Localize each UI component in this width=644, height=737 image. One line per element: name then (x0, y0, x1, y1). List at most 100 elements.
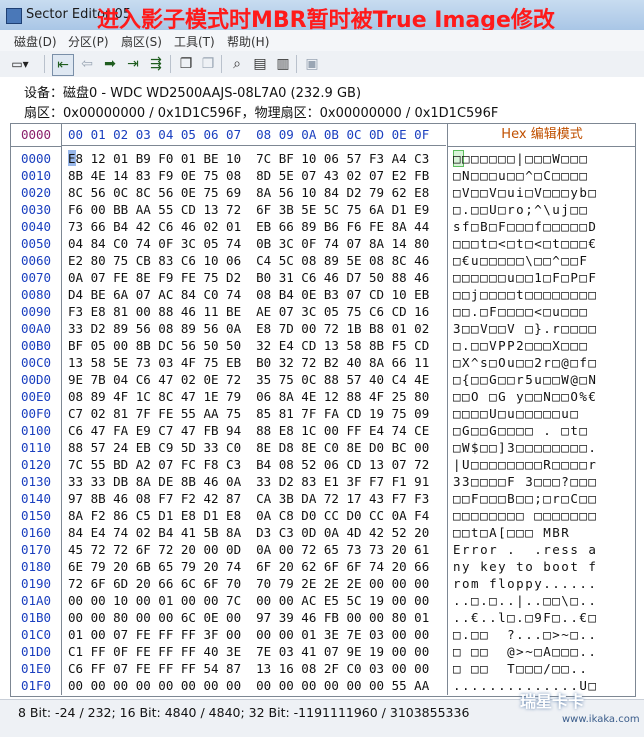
row-bytes[interactable]: F6 00 BB AA 55 CD 13 72 6F 3B 5E 5C 75 6… (68, 201, 446, 218)
row-bytes[interactable]: 73 66 B4 42 C6 46 02 01 EB 66 89 B6 F6 F… (68, 218, 446, 235)
row-ascii[interactable]: □.□□VPP2□□□X□□□ (453, 337, 633, 354)
row-bytes[interactable]: 9E 7B 04 C6 47 02 0E 72 35 75 0C 88 57 4… (68, 371, 446, 388)
row-bytes[interactable]: 08 89 4F 1C 8C 47 1E 79 06 8A 4E 12 88 4… (68, 388, 446, 405)
row-bytes[interactable]: 33 33 DB 8A DE 8B 46 0A 33 D2 83 E1 3F F… (68, 473, 446, 490)
row-ascii[interactable]: □€u□□□□□\□□^□□F (453, 252, 633, 269)
hex-row[interactable]: 00D0 9E 7B 04 C6 47 02 0E 72 35 75 0C 88 … (11, 371, 635, 388)
row-ascii[interactable]: □W$□□]3□□□□□□□□. (453, 439, 633, 456)
row-bytes[interactable]: BF 05 00 8B DC 56 50 50 32 E4 CD 13 58 8… (68, 337, 446, 354)
row-bytes[interactable]: 8A F2 86 C5 D1 E8 D1 E8 0A C8 D0 CC D0 C… (68, 507, 446, 524)
hex-editor[interactable]: 0000 00 01 02 03 04 05 06 07 08 09 0A 0B… (10, 123, 636, 697)
row-ascii[interactable]: |U□□□□□□□□R□□□□r (453, 456, 633, 473)
row-bytes[interactable]: 72 6F 6D 20 66 6C 6F 70 70 79 2E 2E 2E 0… (68, 575, 446, 592)
row-ascii[interactable]: □ □□ T□□□/□□.. (453, 660, 633, 677)
row-ascii[interactable]: □□j□□□□t□□□□□□□□ (453, 286, 633, 303)
hex-row[interactable]: 0150 8A F2 86 C5 D1 E8 D1 E8 0A C8 D0 CC … (11, 507, 635, 524)
row-bytes[interactable]: 00 00 10 00 01 00 00 7C 00 00 AC E5 5C 1… (68, 592, 446, 609)
row-ascii[interactable]: ny key to boot f (453, 558, 633, 575)
hex-row[interactable]: 01B0 00 00 80 00 00 6C 0E 00 97 39 46 FB … (11, 609, 635, 626)
row-ascii[interactable]: □□□□□□u□□1□F□P□F (453, 269, 633, 286)
row-bytes[interactable]: F3 E8 81 00 88 46 11 BE AE 07 3C 05 75 C… (68, 303, 446, 320)
row-ascii[interactable]: ..€..l□.□9F□..€□ (453, 609, 633, 626)
hex-row[interactable]: 01D0 C1 FF 0F FE FF FF 40 3E 7E 03 41 07 … (11, 643, 635, 660)
hex-row[interactable]: 0040 73 66 B4 42 C6 46 02 01 EB 66 89 B6 … (11, 218, 635, 235)
row-ascii[interactable]: □□□□□□□|□□□W□□□ (453, 150, 633, 167)
row-ascii[interactable]: □{□□G□□r5u□□W@□N (453, 371, 633, 388)
hex-row[interactable]: 0140 97 8B 46 08 F7 F2 42 87 CA 3B DA 72 … (11, 490, 635, 507)
row-bytes[interactable]: 0A 07 FE 8E F9 FE 75 D2 B0 31 C6 46 D7 5… (68, 269, 446, 286)
hex-row[interactable]: 0060 E2 80 75 CB 83 C6 10 06 C4 5C 08 89 … (11, 252, 635, 269)
hex-row[interactable]: 0110 88 57 24 EB C9 5D 33 C0 8E D8 8E C0 … (11, 439, 635, 456)
row-bytes[interactable]: E2 80 75 CB 83 C6 10 06 C4 5C 08 89 5E 0… (68, 252, 446, 269)
next-icon[interactable]: ⇥ (123, 54, 143, 74)
row-bytes[interactable]: 33 D2 89 56 08 89 56 0A E8 7D 00 72 1B B… (68, 320, 446, 337)
row-bytes[interactable]: E8 12 01 B9 F0 01 BE 10 7C BF 10 06 57 F… (68, 150, 446, 167)
row-ascii[interactable]: 33□□□□F 3□□□?□□□ (453, 473, 633, 490)
row-ascii[interactable]: □N□□□u□□^□C□□□□ (453, 167, 633, 184)
hex-row[interactable]: 01A0 00 00 10 00 01 00 00 7C 00 00 AC E5 … (11, 592, 635, 609)
row-ascii[interactable]: sf□B□F□□□f□□□□□D (453, 218, 633, 235)
hex-row[interactable]: 00C0 13 58 5E 73 03 4F 75 EB B0 32 72 B2 … (11, 354, 635, 371)
row-ascii[interactable]: □□F□□□B□□;□r□C□□ (453, 490, 633, 507)
row-ascii[interactable]: ..□.□..|..□□\□.. (453, 592, 633, 609)
row-bytes[interactable]: 7C 55 BD A2 07 FC F8 C3 B4 08 52 06 CD 1… (68, 456, 446, 473)
row-ascii[interactable]: □.□□U□ro;^\uj□□ (453, 201, 633, 218)
paste-icon[interactable]: ❐ (198, 54, 218, 74)
hex-row[interactable]: 0170 45 72 72 6F 72 20 00 0D 0A 00 72 65 … (11, 541, 635, 558)
hex-row[interactable]: 01C0 01 00 07 FE FF FF 3F 00 00 00 01 3E … (11, 626, 635, 643)
row-bytes[interactable]: 13 58 5E 73 03 4F 75 EB B0 32 72 B2 40 8… (68, 354, 446, 371)
row-ascii[interactable]: □ □□ @>~□A□□□.. (453, 643, 633, 660)
hex-row[interactable]: 00B0 BF 05 00 8B DC 56 50 50 32 E4 CD 13 … (11, 337, 635, 354)
find-icon[interactable]: ⌕ (227, 54, 247, 74)
row-ascii[interactable]: Error . .ress a (453, 541, 633, 558)
row-bytes[interactable]: C1 FF 0F FE FF FF 40 3E 7E 03 41 07 9E 1… (68, 643, 446, 660)
hex-row[interactable]: 0080 D4 BE 6A 07 AC 84 C0 74 08 B4 0E B3 … (11, 286, 635, 303)
hex-row[interactable]: 0190 72 6F 6D 20 66 6C 6F 70 70 79 2E 2E … (11, 575, 635, 592)
hex-row[interactable]: 0160 84 E4 74 02 B4 41 5B 8A D3 C3 0D 0A … (11, 524, 635, 541)
dropdown-icon[interactable]: ▭▾ (5, 54, 35, 74)
row-ascii[interactable]: □□O □G y□□N□□O%€ (453, 388, 633, 405)
hex-row[interactable]: 0090 F3 E8 81 00 88 46 11 BE AE 07 3C 05 … (11, 303, 635, 320)
menu-sector[interactable]: 扇区(S) (121, 33, 162, 50)
copy-icon[interactable]: ❐ (176, 54, 196, 74)
row-bytes[interactable]: 8C 56 0C 8C 56 0E 75 69 8A 56 10 84 D2 7… (68, 184, 446, 201)
row-ascii[interactable]: □X^s□Ou□□2r□@□f□ (453, 354, 633, 371)
row-bytes[interactable]: 04 84 C0 74 0F 3C 05 74 0B 3C 0F 74 07 8… (68, 235, 446, 252)
back-icon[interactable]: ⇦ (77, 54, 97, 74)
hex-row[interactable]: 00A0 33 D2 89 56 08 89 56 0A E8 7D 00 72 … (11, 320, 635, 337)
hex-row[interactable]: 00E0 08 89 4F 1C 8C 47 1E 79 06 8A 4E 12 … (11, 388, 635, 405)
last-sector-icon[interactable]: ⇶ (146, 54, 166, 74)
row-bytes[interactable]: 84 E4 74 02 B4 41 5B 8A D3 C3 0D 0A 4D 4… (68, 524, 446, 541)
row-ascii[interactable]: □G□□G□□□□ . □t□ (453, 422, 633, 439)
forward-icon[interactable]: ➡ (100, 54, 120, 74)
row-ascii[interactable]: □□t□A[□□□ MBR (453, 524, 633, 541)
row-bytes[interactable]: 88 57 24 EB C9 5D 33 C0 8E D8 8E C0 8E D… (68, 439, 446, 456)
hex-row[interactable]: 0100 C6 47 FA E9 C7 47 FB 94 88 E8 1C 00 … (11, 422, 635, 439)
hex-row[interactable]: 0030 F6 00 BB AA 55 CD 13 72 6F 3B 5E 5C … (11, 201, 635, 218)
save-icon[interactable]: ▣ (302, 54, 322, 74)
row-ascii[interactable]: □.□□ ?...□>~□.. (453, 626, 633, 643)
menu-tools[interactable]: 工具(T) (174, 33, 215, 50)
row-bytes[interactable]: 6E 79 20 6B 65 79 20 74 6F 20 62 6F 6F 7… (68, 558, 446, 575)
export-icon[interactable]: ▤ (250, 54, 270, 74)
row-bytes[interactable]: C6 47 FA E9 C7 47 FB 94 88 E8 1C 00 FF E… (68, 422, 446, 439)
row-bytes[interactable]: C7 02 81 7F FE 55 AA 75 85 81 7F FA CD 1… (68, 405, 446, 422)
row-bytes[interactable]: 01 00 07 FE FF FF 3F 00 00 00 01 3E 7E 0… (68, 626, 446, 643)
row-ascii[interactable]: rom floppy...... (453, 575, 633, 592)
hex-row[interactable]: 0180 6E 79 20 6B 65 79 20 74 6F 20 62 6F … (11, 558, 635, 575)
hex-row[interactable]: 0070 0A 07 FE 8E F9 FE 75 D2 B0 31 C6 46 … (11, 269, 635, 286)
menu-help[interactable]: 帮助(H) (227, 33, 269, 50)
row-ascii[interactable]: 3□□V□□V □}.r□□□□ (453, 320, 633, 337)
hex-row[interactable]: 01E0 C6 FF 07 FE FF FF 54 87 13 16 08 2F … (11, 660, 635, 677)
row-ascii[interactable]: □□□□□□□□ □□□□□□□ (453, 507, 633, 524)
row-bytes[interactable]: D4 BE 6A 07 AC 84 C0 74 08 B4 0E B3 07 C… (68, 286, 446, 303)
row-bytes[interactable]: 8B 4E 14 83 F9 0E 75 08 8D 5E 07 43 02 0… (68, 167, 446, 184)
hex-row[interactable]: 0130 33 33 DB 8A DE 8B 46 0A 33 D2 83 E1 … (11, 473, 635, 490)
row-bytes[interactable]: 97 8B 46 08 F7 F2 42 87 CA 3B DA 72 17 4… (68, 490, 446, 507)
row-ascii[interactable]: □□□t□<□t□<□t□□□€ (453, 235, 633, 252)
hex-row[interactable]: 0020 8C 56 0C 8C 56 0E 75 69 8A 56 10 84 … (11, 184, 635, 201)
hex-row[interactable]: 0010 8B 4E 14 83 F9 0E 75 08 8D 5E 07 43 … (11, 167, 635, 184)
hex-row[interactable]: 0000 E8 12 01 B9 F0 01 BE 10 7C BF 10 06 … (11, 150, 635, 167)
row-ascii[interactable]: □□□□U□u□□□□□u□ (453, 405, 633, 422)
row-bytes[interactable]: 45 72 72 6F 72 20 00 0D 0A 00 72 65 73 7… (68, 541, 446, 558)
